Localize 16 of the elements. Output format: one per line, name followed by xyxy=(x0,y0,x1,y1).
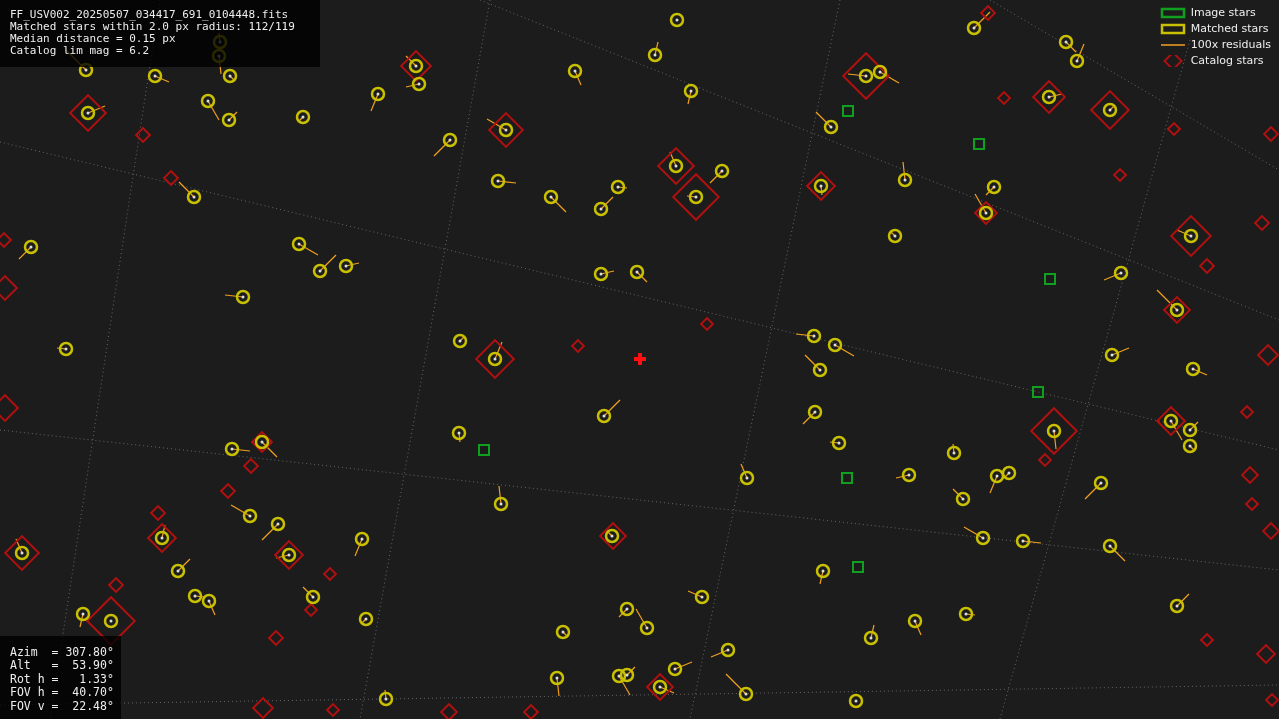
pointing-line: FOV v = 22.48° xyxy=(10,699,111,713)
legend-label: Matched stars xyxy=(1190,22,1269,35)
pointing-line: Alt = 53.90° xyxy=(10,659,111,673)
info-line: Matched stars within 2.0 px radius: 112/119 xyxy=(10,21,296,33)
info-line: FF_USV002_20250507_034417_691_0104448.fits xyxy=(10,9,290,21)
legend-label: Image stars xyxy=(1190,6,1256,19)
info-line: Median distance = 0.15 px xyxy=(10,33,177,45)
rectangle-icon xyxy=(1159,22,1186,35)
legend-label: Catalog stars xyxy=(1190,54,1264,67)
rectangle-icon xyxy=(1159,6,1186,19)
pointing-line: FOV h = 40.70° xyxy=(10,686,111,700)
legend-label: 100x residuals xyxy=(1190,38,1271,51)
pointing-line: Azim = 307.80° xyxy=(10,645,111,659)
centre-cross-icon xyxy=(634,353,646,365)
pointing-line: Rot h = 1.33° xyxy=(10,672,111,686)
info-line: Catalog lim mag = 6.2 xyxy=(10,45,151,57)
